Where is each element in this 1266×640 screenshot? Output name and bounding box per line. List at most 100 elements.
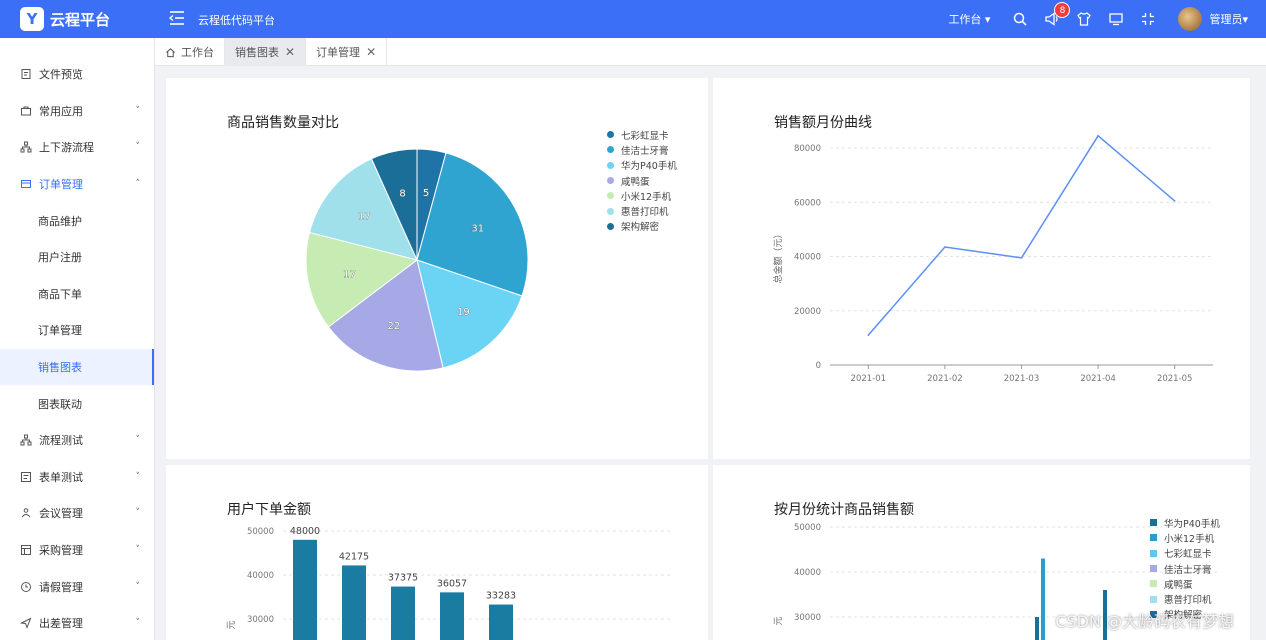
legend-item[interactable]: 惠普打印机 bbox=[607, 203, 677, 218]
user-menu[interactable]: 管理员▾ bbox=[1209, 11, 1248, 27]
legend-item[interactable]: 佳洁士牙膏 bbox=[607, 142, 677, 157]
bar[interactable] bbox=[293, 539, 317, 640]
x-tick-label: 2021-05 bbox=[1157, 374, 1193, 384]
watermark: CSDN @大龄码农有梦想 bbox=[1055, 612, 1234, 631]
legend-item[interactable]: 咸鸭蛋 bbox=[607, 173, 677, 188]
sidebar-item-6[interactable]: 商品下单 bbox=[0, 276, 154, 313]
tab-label: 销售图表 bbox=[235, 46, 279, 59]
sidebar-item-13[interactable]: 采购管理 ˅ bbox=[0, 532, 154, 569]
bar-value-label: 48000 bbox=[290, 526, 320, 537]
tab-2[interactable]: 订单管理 ✕ bbox=[306, 38, 388, 66]
legend-label: 七彩虹显卡 bbox=[1164, 549, 1212, 561]
bar[interactable] bbox=[391, 586, 415, 640]
pie-slice-label: 19 bbox=[457, 307, 470, 318]
sidebar-item-14[interactable]: 请假管理 ˅ bbox=[0, 568, 154, 605]
monthly-bar[interactable] bbox=[1041, 558, 1045, 640]
tab-0[interactable]: 工作台 bbox=[155, 38, 225, 66]
pie-slice-label: 5 bbox=[423, 188, 429, 199]
y-tick-label: 30000 bbox=[794, 613, 821, 623]
legend-label: 架构解密 bbox=[621, 222, 660, 234]
sidebar-item-3[interactable]: 订单管理 ˄ bbox=[0, 166, 154, 203]
sidebar-item-label: 采购管理 bbox=[39, 544, 83, 558]
workspace-dropdown[interactable]: 工作台 ▾ bbox=[948, 11, 990, 27]
fullscreen-icon[interactable] bbox=[1140, 11, 1156, 27]
menu-toggle-icon[interactable] bbox=[168, 9, 186, 27]
sidebar-item-label: 订单管理 bbox=[38, 324, 82, 338]
legend-item[interactable]: 华为P40手机 bbox=[1150, 515, 1220, 530]
line-point[interactable] bbox=[1020, 257, 1023, 259]
close-icon[interactable]: ✕ bbox=[366, 45, 376, 59]
sidebar-item-label: 会议管理 bbox=[39, 507, 83, 521]
bar[interactable] bbox=[342, 565, 366, 640]
legend-marker bbox=[607, 146, 614, 154]
sidebar-item-15[interactable]: 出差管理 ˅ bbox=[0, 605, 154, 640]
y-axis-label: 元 bbox=[227, 620, 237, 629]
legend-item[interactable]: 佳洁士牙膏 bbox=[1150, 561, 1220, 576]
sidebar-item-7[interactable]: 订单管理 bbox=[0, 312, 154, 349]
y-tick-label: 40000 bbox=[794, 568, 821, 578]
sidebar: 文件预览 常用应用 ˅ 上下游流程 ˅ 订单管理 ˄ 商品维护用户注册商品下单订单管理销售图表… bbox=[0, 38, 155, 640]
line-point[interactable] bbox=[1173, 200, 1176, 202]
form-icon bbox=[20, 471, 32, 483]
tab-1[interactable]: 销售图表 ✕ bbox=[225, 38, 307, 66]
notice-icon[interactable]: 8 bbox=[1044, 2, 1071, 27]
line-point[interactable] bbox=[944, 246, 946, 248]
line-chart: 0 20000 40000 60000 80000 2021-01 2021-02 2021-… bbox=[772, 134, 1213, 384]
legend-item[interactable]: 架构解密 bbox=[607, 219, 677, 234]
legend-item[interactable]: 惠普打印机 bbox=[1150, 591, 1220, 606]
y-tick-label: 40000 bbox=[794, 253, 821, 263]
legend-label: 惠普打印机 bbox=[1164, 595, 1212, 607]
legend-label: 小米12手机 bbox=[621, 191, 672, 203]
y-tick-label: 60000 bbox=[794, 198, 821, 208]
search-icon[interactable] bbox=[1012, 11, 1028, 27]
sidebar-item-0[interactable]: 文件预览 bbox=[0, 56, 154, 93]
legend-marker bbox=[1150, 565, 1157, 573]
line-point[interactable] bbox=[867, 334, 870, 336]
brand-logo[interactable]: Y 云程平台 bbox=[0, 0, 155, 38]
sidebar-item-label: 商品维护 bbox=[38, 214, 82, 228]
x-tick-label: 2021-03 bbox=[1004, 374, 1040, 384]
sidebar-item-label: 请假管理 bbox=[39, 580, 83, 594]
monthly-sales-panel: 按月份统计商品销售额 30000 40000 50000 元 华为P40手机 小米12手… bbox=[713, 465, 1250, 640]
sidebar-item-label: 商品下单 bbox=[38, 287, 82, 301]
theme-icon[interactable] bbox=[1076, 11, 1092, 27]
legend-item[interactable]: 咸鸭蛋 bbox=[1150, 576, 1220, 591]
legend-marker bbox=[1150, 595, 1157, 603]
sidebar-item-2[interactable]: 上下游流程 ˅ bbox=[0, 129, 154, 166]
sidebar-item-10[interactable]: 流程测试 ˅ bbox=[0, 422, 154, 459]
legend-item[interactable]: 小米12手机 bbox=[1150, 530, 1220, 545]
bar[interactable] bbox=[440, 592, 464, 640]
sidebar-item-9[interactable]: 图表联动 bbox=[0, 385, 154, 422]
close-icon[interactable]: ✕ bbox=[285, 45, 295, 59]
sidebar-item-11[interactable]: 表单测试 ˅ bbox=[0, 459, 154, 496]
file-preview-icon bbox=[20, 68, 32, 80]
x-tick-label: 2021-02 bbox=[927, 374, 963, 384]
sidebar-item-8[interactable]: 销售图表 bbox=[0, 348, 154, 386]
sidebar-item-1[interactable]: 常用应用 ˅ bbox=[0, 93, 154, 130]
sidebar-item-cut[interactable] bbox=[0, 38, 154, 56]
monitor-icon[interactable] bbox=[1108, 11, 1124, 27]
sidebar-item-label: 流程测试 bbox=[39, 434, 83, 448]
legend-label: 咸鸭蛋 bbox=[1164, 579, 1193, 591]
sidebar-item-4[interactable]: 商品维护 bbox=[0, 202, 154, 239]
sidebar-item-label: 出差管理 bbox=[39, 617, 83, 631]
sidebar-item-5[interactable]: 用户注册 bbox=[0, 239, 154, 276]
notice-count-badge: 8 bbox=[1054, 2, 1071, 18]
legend-item[interactable]: 七彩虹显卡 bbox=[607, 127, 677, 142]
bar[interactable] bbox=[489, 604, 513, 640]
line-point[interactable] bbox=[1097, 134, 1099, 137]
chevron-icon: ˅ bbox=[135, 618, 141, 629]
chevron-icon: ˅ bbox=[135, 471, 141, 482]
legend-item[interactable]: 小米12手机 bbox=[607, 188, 677, 203]
monthly-bar[interactable] bbox=[1035, 617, 1039, 640]
legend-item[interactable]: 七彩虹显卡 bbox=[1150, 546, 1220, 561]
legend-label: 七彩虹显卡 bbox=[621, 130, 669, 142]
sidebar-item-label: 图表联动 bbox=[38, 397, 82, 411]
sales-line[interactable] bbox=[867, 134, 1176, 336]
chevron-icon: ˅ bbox=[135, 142, 141, 153]
sidebar-item-12[interactable]: 会议管理 ˅ bbox=[0, 495, 154, 532]
user-avatar[interactable] bbox=[1178, 7, 1203, 31]
legend-label: 咸鸭蛋 bbox=[621, 176, 650, 188]
legend-item[interactable]: 华为P40手机 bbox=[607, 158, 677, 173]
home-icon bbox=[165, 47, 176, 58]
